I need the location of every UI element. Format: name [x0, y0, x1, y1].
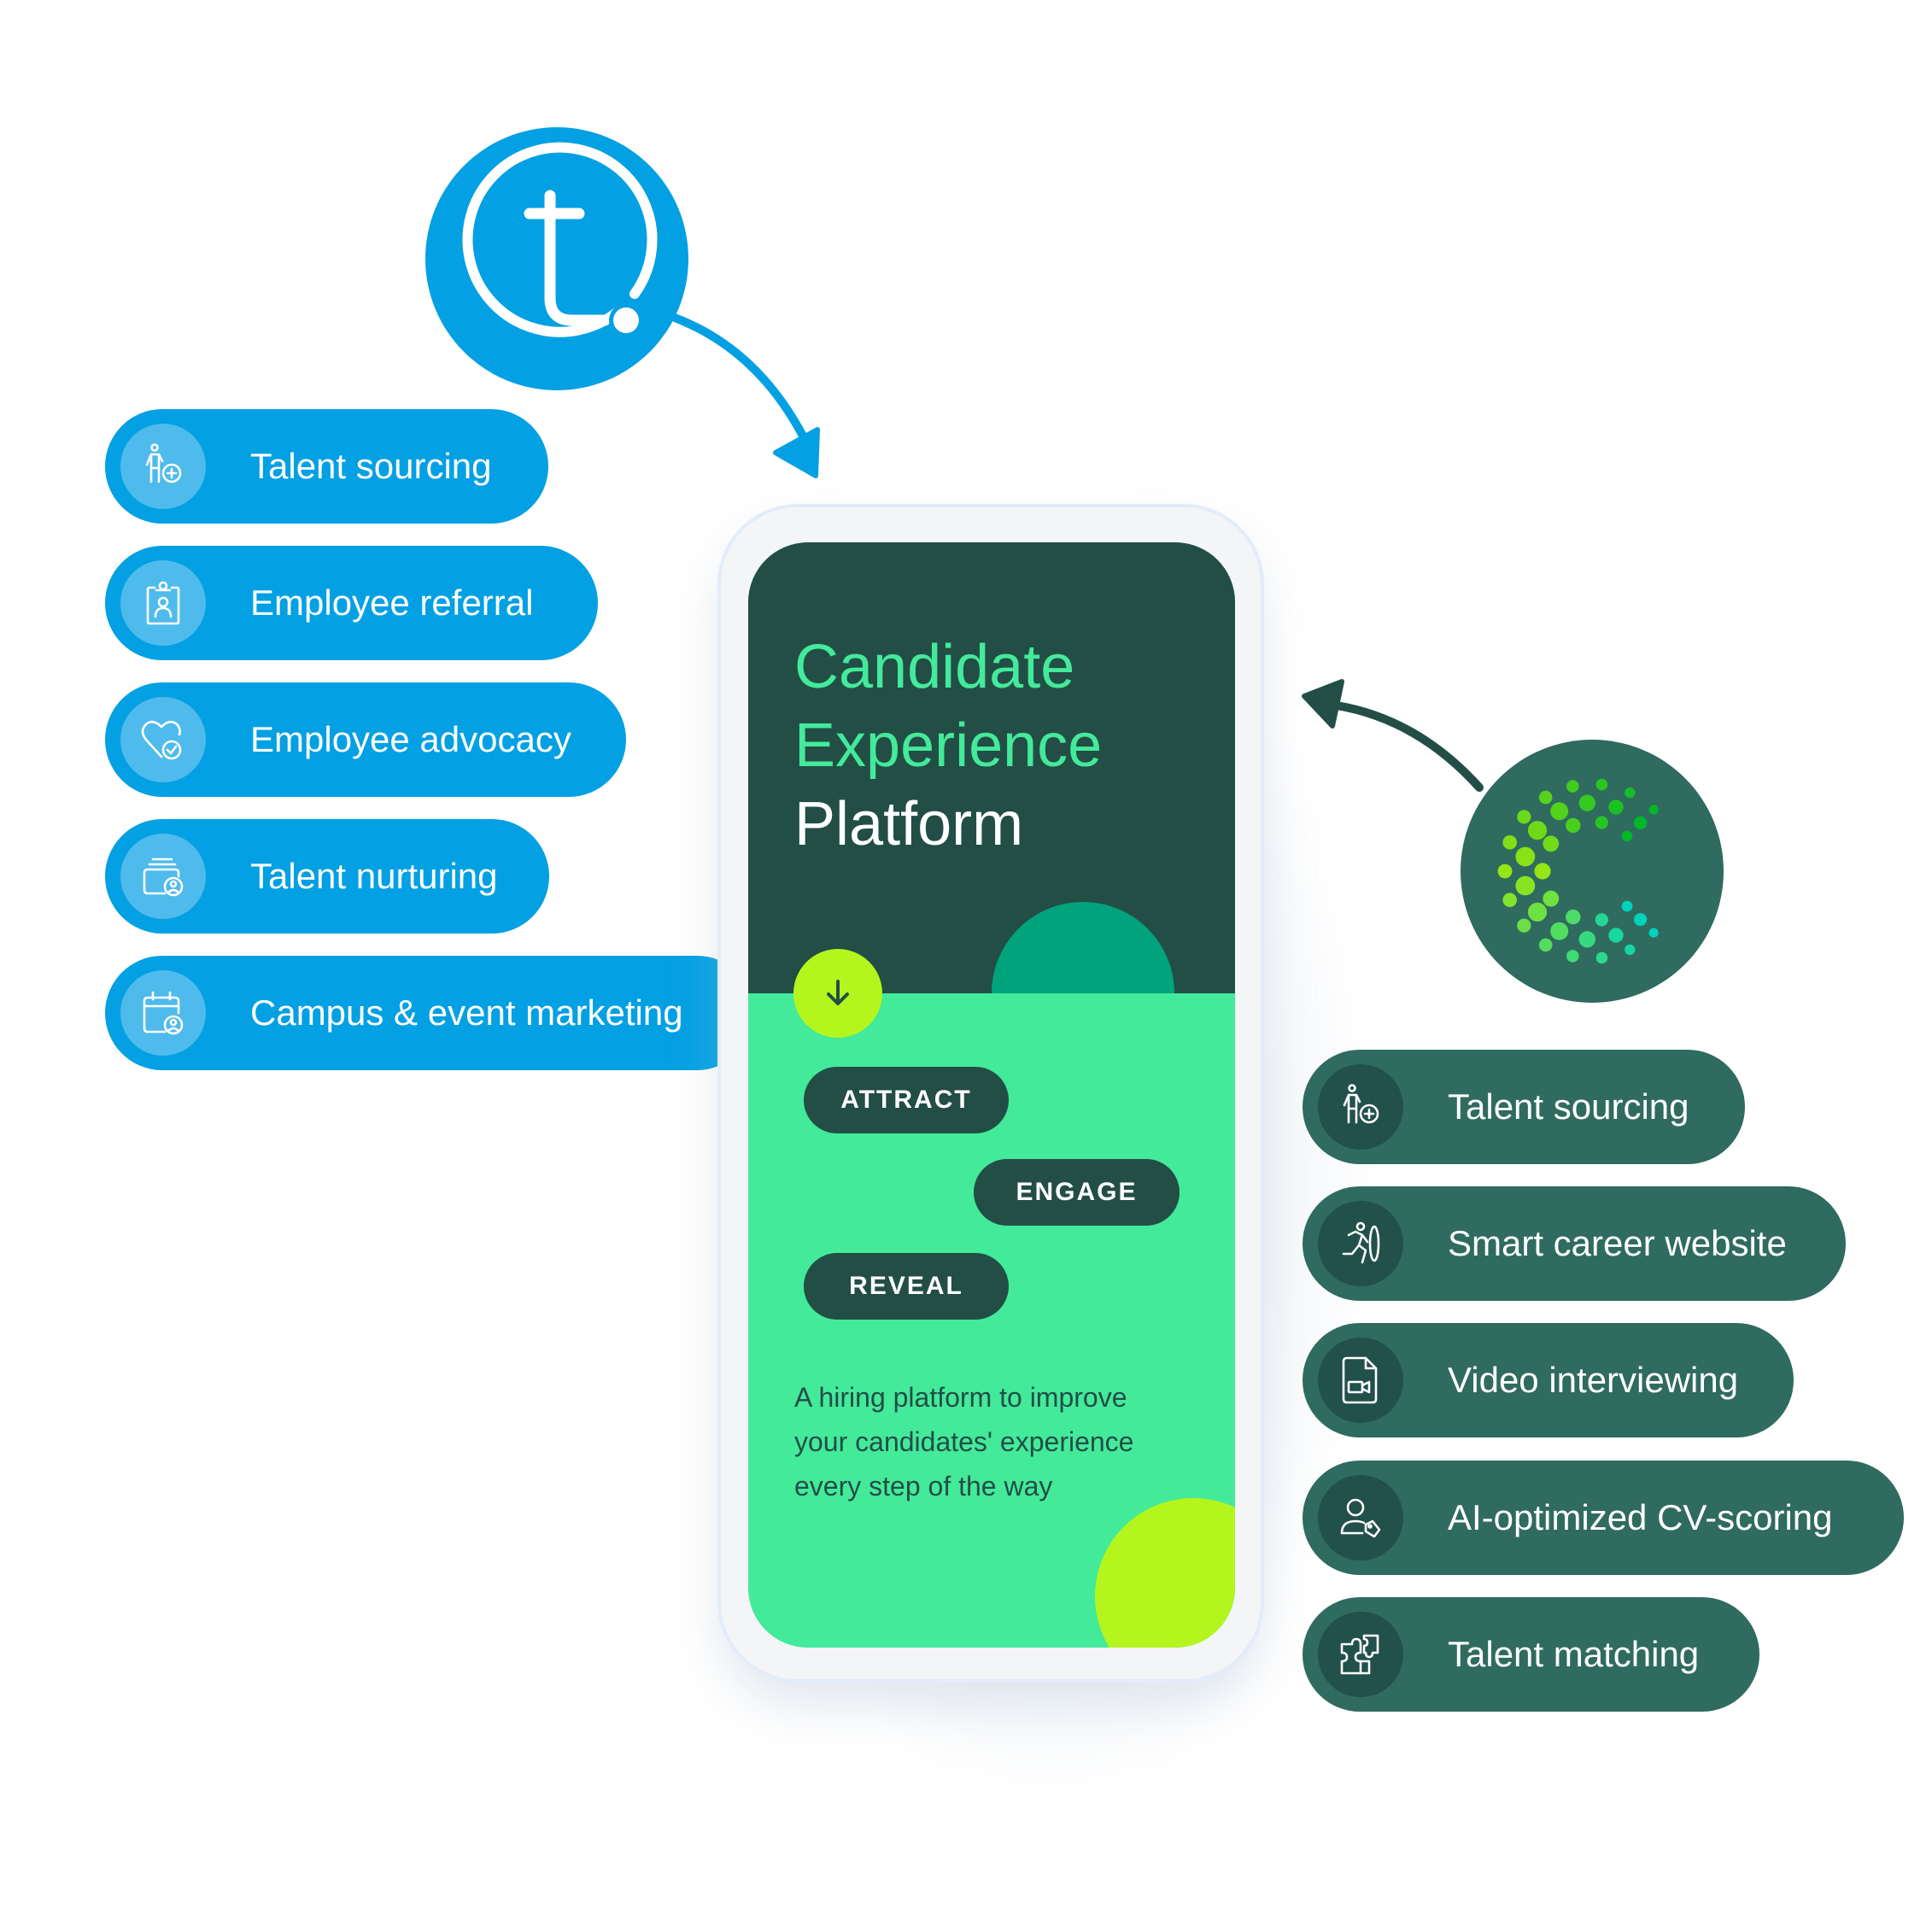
right-feature-video-interviewing[interactable]: Video interviewing: [1303, 1323, 1794, 1437]
logo-dot: [1538, 938, 1553, 952]
calendar-user-icon: [120, 970, 206, 1056]
left-feature-label: Employee advocacy: [250, 719, 571, 759]
logo-dot: [1608, 799, 1624, 815]
title-line-3: Platform: [794, 790, 1024, 858]
page-title: Candidate Experience Platform: [794, 628, 1102, 864]
stack-user-icon: [120, 834, 206, 919]
arrow-down-icon: [827, 980, 849, 1005]
left-feature-employee-referral[interactable]: Employee referral: [105, 546, 598, 660]
logo-dot: [1621, 900, 1633, 912]
title-line-2: Experience: [794, 711, 1103, 780]
right-feature-label: Smart career website: [1448, 1223, 1787, 1263]
right-feature-label: Video interviewing: [1448, 1360, 1739, 1400]
logo-dot: [1538, 790, 1553, 805]
dotted-c-logo-icon: [1461, 740, 1724, 1003]
logo-dot: [1566, 780, 1579, 793]
logo-dot: [1543, 890, 1560, 907]
heart-check-icon: [120, 697, 206, 782]
description-line: A hiring platform to improve: [794, 1382, 1127, 1413]
logo-dot: [1517, 918, 1531, 933]
logo-dot: [1621, 830, 1633, 842]
left-feature-talent-sourcing[interactable]: Talent sourcing: [105, 409, 548, 524]
left-feature-talent-nurturing[interactable]: Talent nurturing: [105, 819, 549, 934]
logo-dot: [1648, 805, 1659, 815]
stage-engage-button[interactable]: ENGAGE: [974, 1159, 1180, 1226]
logo-dot: [1625, 787, 1636, 799]
right-feature-talent-matching[interactable]: Talent matching: [1303, 1597, 1759, 1712]
logo-dot: [1595, 816, 1608, 829]
logo-dot: [1648, 928, 1659, 938]
left-feature-label: Campus & event marketing: [250, 992, 683, 1033]
id-badge-icon: [120, 560, 206, 646]
logo-dot: [1534, 863, 1551, 880]
stage-attract-button[interactable]: ATTRACT: [804, 1067, 1009, 1133]
description-line: your candidates' experience: [794, 1426, 1134, 1457]
title-line-1: Candidate: [794, 633, 1075, 701]
logo-dot: [1634, 913, 1648, 927]
video-file-icon: [1318, 1338, 1403, 1423]
logo-dot: [1550, 802, 1569, 821]
logo-dot: [1634, 816, 1648, 829]
logo-dot: [1566, 950, 1579, 963]
logo-dot: [1515, 846, 1536, 867]
right-feature-smart-career-website[interactable]: Smart career website: [1303, 1186, 1846, 1301]
left-feature-label: Talent sourcing: [250, 446, 492, 486]
logo-dot: [1497, 864, 1513, 879]
left-feature-label: Talent nurturing: [250, 856, 498, 896]
left-feature-label: Employee referral: [250, 583, 534, 623]
logo-dot: [1517, 810, 1531, 824]
left-feature-campus-event-marketing[interactable]: Campus & event marketing: [105, 956, 754, 1070]
person-running-door-icon: [1318, 1201, 1403, 1286]
right-feature-label: Talent matching: [1448, 1634, 1700, 1674]
person-add-icon: [120, 424, 206, 509]
logo-dot: [1550, 922, 1569, 940]
logo-dot: [1543, 835, 1560, 852]
right-feature-ai-cv-scoring[interactable]: AI-optimized CV-scoring: [1303, 1461, 1904, 1575]
logo-dot: [1515, 875, 1536, 896]
logo-dot: [1566, 909, 1581, 925]
platform-description: A hiring platform to improve your candid…: [794, 1375, 1221, 1508]
blue-arrow-line: [670, 313, 811, 448]
right-feature-label: Talent sourcing: [1448, 1086, 1689, 1127]
left-feature-employee-advocacy[interactable]: Employee advocacy: [105, 682, 626, 797]
logo-dot: [1527, 821, 1548, 840]
logo-dot: [1608, 928, 1624, 943]
logo-dot: [1502, 893, 1517, 907]
blue-arrow-head: [773, 427, 820, 478]
t-logo-icon: [425, 127, 688, 390]
logo-dot: [1502, 835, 1517, 850]
logo-dot: [1595, 778, 1608, 791]
logo-dot: [1578, 794, 1595, 811]
description-line: every step of the way: [794, 1471, 1053, 1502]
right-feature-label: AI-optimized CV-scoring: [1448, 1497, 1833, 1537]
logo-dot: [1566, 817, 1581, 834]
logo-dot: [1578, 931, 1595, 948]
person-add-icon: [1318, 1064, 1403, 1150]
stage-reveal-button[interactable]: REVEAL: [804, 1253, 1009, 1320]
user-tag-icon: [1318, 1475, 1403, 1560]
right-feature-talent-sourcing[interactable]: Talent sourcing: [1303, 1050, 1745, 1164]
logo-dot: [1625, 944, 1636, 956]
logo-dot: [1595, 951, 1608, 964]
puzzle-icon: [1318, 1612, 1403, 1697]
scroll-down-button[interactable]: [793, 949, 882, 1038]
logo-dot: [1527, 902, 1548, 922]
logo-dot: [1595, 913, 1608, 927]
phone-screen: Candidate Experience Platform ATTRACT EN…: [748, 542, 1235, 1648]
